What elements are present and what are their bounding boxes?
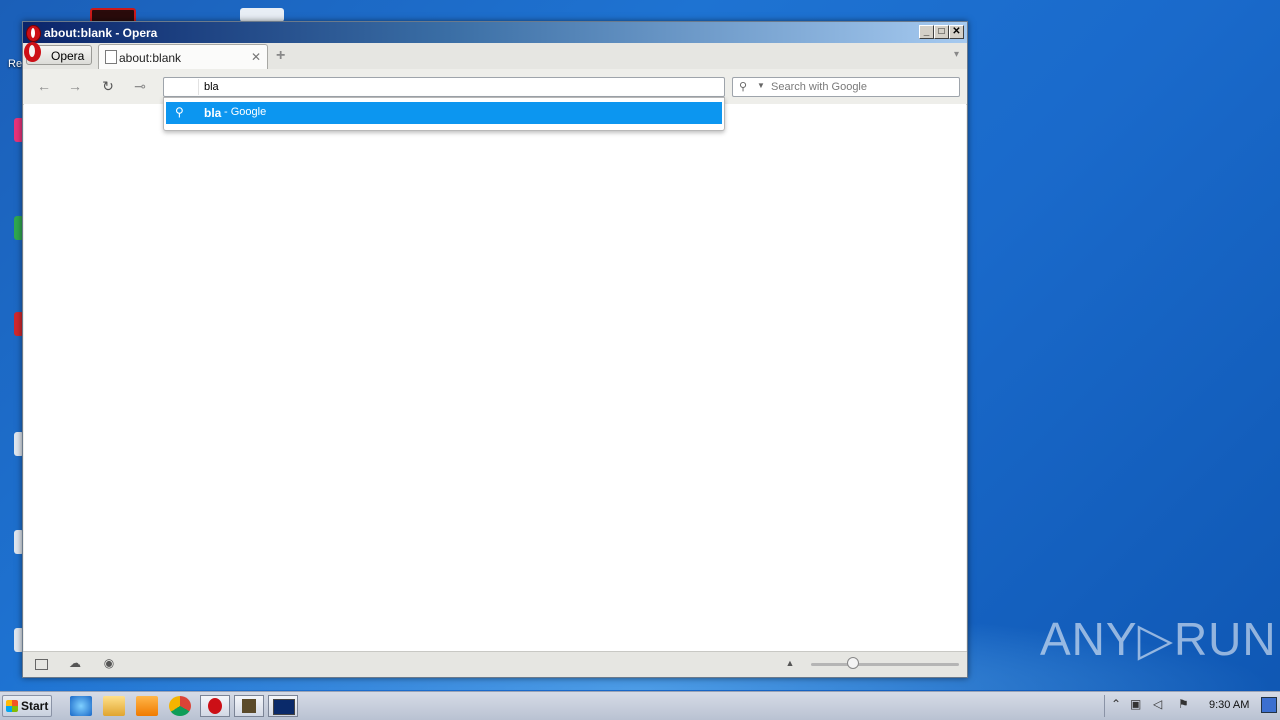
suggestion-source: - Google (224, 106, 267, 118)
windows-flag-icon (6, 700, 18, 712)
taskbar-clock[interactable]: 9:30 AM (1209, 699, 1249, 711)
chrome-icon[interactable] (169, 696, 191, 716)
show-desktop-button[interactable] (1261, 697, 1277, 713)
media-player-icon[interactable] (136, 696, 158, 716)
start-button[interactable]: Start (2, 695, 52, 717)
back-arrow-icon[interactable]: ← (35, 78, 53, 94)
desktop-file-icon[interactable] (240, 8, 284, 22)
volume-icon[interactable]: ◁ (1153, 697, 1162, 711)
action-center-flag-icon[interactable]: ⚑ (1178, 697, 1189, 711)
opera-window: about:blank - Opera _ □ ✕ Opera about:bl… (22, 21, 968, 678)
address-bar-divider (198, 79, 199, 95)
show-hidden-icons-icon[interactable]: ⌃ (1111, 697, 1121, 711)
close-button[interactable]: ✕ (949, 25, 964, 39)
taskbar-app-button[interactable] (234, 695, 264, 717)
zoom-slider[interactable] (811, 663, 959, 666)
opera-menu-label: Opera (51, 49, 85, 63)
suggestion-query: bla (204, 106, 222, 120)
tray-divider (1104, 695, 1105, 717)
minimize-button[interactable]: _ (919, 25, 934, 39)
taskbar-app-button[interactable] (268, 695, 298, 717)
zoom-up-icon[interactable]: ▲ (783, 657, 797, 669)
address-suggestions: ⚲ bla - Google (163, 97, 725, 131)
file-explorer-icon[interactable] (103, 696, 125, 716)
maximize-button[interactable]: □ (934, 25, 949, 39)
tab-label: about:blank (119, 51, 182, 65)
search-box[interactable]: ⚲ ▼ (732, 77, 960, 97)
opera-o-icon (24, 42, 41, 62)
key-icon[interactable]: ⊸ (131, 78, 149, 94)
start-label: Start (21, 699, 49, 713)
page-icon (105, 50, 117, 64)
search-icon: ⚲ (739, 81, 748, 93)
reload-icon[interactable]: ↻ (99, 78, 117, 94)
opera-menu-button[interactable]: Opera (24, 42, 92, 65)
status-bar: ☁ ◉ ▲ (23, 651, 967, 677)
title-bar[interactable]: about:blank - Opera _ □ ✕ (23, 22, 967, 43)
tab-strip: Opera about:blank ✕ + ▾ (23, 42, 967, 69)
app-taskbar-icon (242, 699, 256, 713)
network-icon[interactable]: ▣ (1130, 697, 1141, 711)
address-input[interactable] (204, 79, 704, 95)
forward-arrow-icon[interactable]: → (66, 78, 84, 94)
taskbar-opera-button[interactable] (200, 695, 230, 717)
internet-explorer-icon[interactable] (70, 696, 92, 716)
address-bar[interactable] (163, 77, 725, 97)
panel-toggle-icon[interactable] (35, 659, 48, 670)
new-tab-button[interactable]: + (276, 47, 285, 65)
suggestion-item[interactable]: ⚲ bla - Google (166, 102, 722, 124)
opera-logo-icon (26, 25, 41, 42)
speed-dial-icon[interactable]: ◉ (102, 657, 116, 669)
tab-close-icon[interactable]: ✕ (251, 50, 261, 64)
opera-taskbar-icon (208, 698, 222, 714)
cloud-icon[interactable]: ☁ (68, 657, 82, 669)
taskbar: Start ⌃ ▣ ◁ ⚑ 9:30 AM (0, 691, 1280, 720)
search-icon: ⚲ (175, 105, 184, 119)
app-taskbar-icon (273, 699, 295, 715)
search-input[interactable] (771, 79, 951, 95)
tab-menu-icon[interactable]: ▾ (954, 49, 959, 60)
anyrun-watermark: ANY▷RUN (1040, 613, 1277, 665)
search-engine-dropdown-icon[interactable]: ▼ (757, 81, 765, 90)
tab-about-blank[interactable]: about:blank ✕ (98, 44, 268, 69)
desktop-icon-label: Re (8, 58, 23, 70)
window-title: about:blank - Opera (44, 26, 158, 40)
zoom-slider-thumb[interactable] (847, 657, 859, 669)
page-content[interactable] (24, 104, 966, 652)
